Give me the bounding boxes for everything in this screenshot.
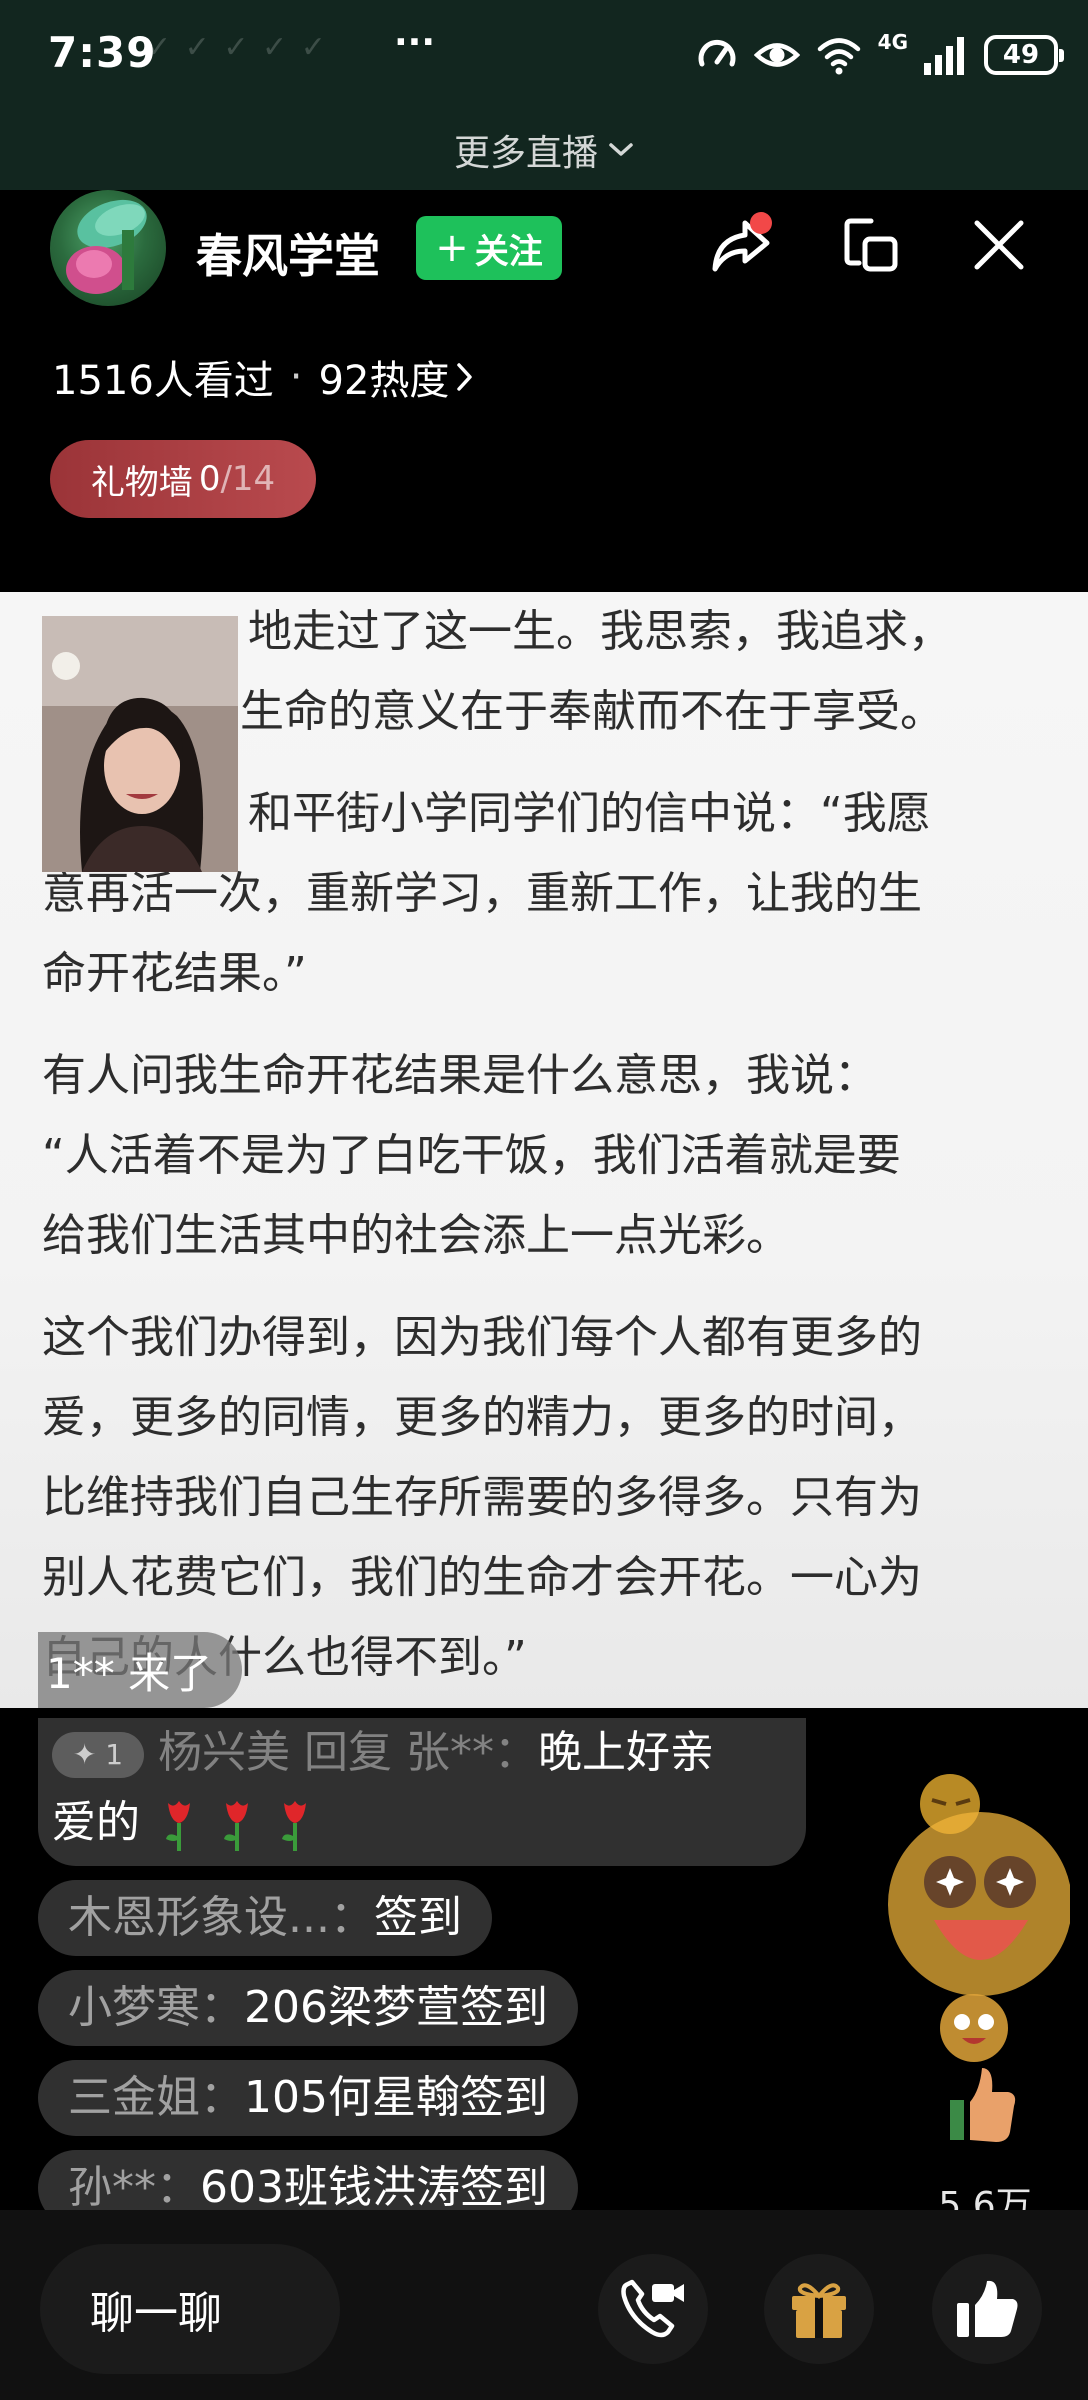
doc-line: 给我们生活其中的社会添上一点光彩。 — [42, 1210, 790, 1261]
gift-wall-total: /14 — [220, 459, 276, 499]
battery-level: 49 — [1002, 40, 1040, 70]
gift-wall-button[interactable]: 礼物墙 0 /14 — [50, 440, 316, 518]
follow-button[interactable]: + 关注 — [416, 216, 562, 280]
comment-text: 105何星翰签到 — [244, 2072, 548, 2123]
follow-label: 关注 — [474, 231, 543, 272]
comment-item[interactable]: 木恩形象设...：签到 — [38, 1880, 492, 1956]
plus-icon: + — [435, 225, 469, 271]
chat-input-label: 聊一聊 — [90, 2288, 222, 2339]
rose-icon — [224, 1801, 248, 1851]
doc-line: “人活着不是为了白吃干饭，我们活着就是要 — [42, 1130, 901, 1181]
live-video[interactable]: 地走过了这一生。我思索，我追求， 生命的意义在于奉献而不在于享受。 和平街小学同… — [0, 592, 1088, 1708]
star-eyes-emoji-icon — [888, 1812, 1072, 1996]
live-stats[interactable]: 1516人看过 · 92热度 — [52, 348, 475, 406]
comment-list[interactable]: ✦ 1 杨兴美 回复 张**：晚上好亲 爱的 木恩形象设...：签到 小梦寒：2… — [38, 1718, 838, 2240]
channel-name[interactable]: 春风学堂 — [196, 220, 380, 286]
signal-icon — [924, 37, 964, 75]
level-number: 1 — [105, 1738, 124, 1771]
comment-text: 签到 — [373, 1892, 462, 1943]
comment-author: 孙**： — [68, 2162, 200, 2213]
like-animation — [880, 1770, 1072, 2170]
gift-button[interactable] — [764, 2254, 874, 2364]
floating-window-icon — [844, 218, 898, 272]
rose-icon — [282, 1801, 306, 1851]
comment-item[interactable]: 小梦寒：206梁梦萱签到 — [38, 1970, 578, 2046]
comment-text: 206梁梦萱签到 — [244, 1982, 548, 2033]
call-button[interactable] — [598, 2254, 708, 2364]
eye-icon — [753, 43, 800, 67]
gift-icon — [792, 2283, 846, 2338]
chevron-right-icon — [457, 363, 473, 391]
emoji-icon — [940, 1994, 1008, 2062]
doc-line: 比维持我们自己生存所需要的多得多。只有为 — [42, 1472, 922, 1523]
system-icons: 4G 49 — [696, 30, 1064, 80]
floating-window-button[interactable] — [836, 210, 906, 280]
more-live-button[interactable]: 更多直播 — [0, 110, 1088, 190]
comment-author: 杨兴美 回复 张**： — [158, 1727, 538, 1778]
comment-text: 晚上好亲 — [537, 1727, 714, 1778]
doc-line: 爱，更多的同情，更多的精力，更多的时间， — [42, 1392, 922, 1443]
gift-wall-label: 礼物墙 — [90, 462, 193, 503]
level-badge: ✦ 1 — [52, 1732, 144, 1778]
stats-separator: · — [289, 354, 303, 400]
doc-line: 有人问我生命开花结果是什么意思，我说： — [42, 1050, 878, 1101]
doc-line: 这个我们办得到，因为我们每个人都有更多的 — [42, 1312, 922, 1363]
more-notifications-icon: ··· — [394, 22, 436, 63]
doc-line: 命开花结果。” — [42, 948, 307, 999]
doc-line: 别人花费它们，我们的生命才会开花。一心为 — [42, 1552, 922, 1603]
battery-icon: 49 — [984, 35, 1064, 75]
share-button[interactable] — [706, 210, 776, 280]
comment-row: 木恩形象设...：签到 — [38, 1880, 838, 1970]
like-button[interactable] — [932, 2254, 1042, 2364]
user-joined-notice: 1** 来了 — [38, 1632, 243, 1708]
comment-author: 木恩形象设...： — [68, 1892, 374, 1943]
comment-row: 三金姐：105何星翰签到 — [38, 2060, 838, 2150]
channel-avatar[interactable] — [50, 190, 166, 306]
viewer-count: 1516人看过 — [52, 358, 274, 404]
heat-count: 92热度 — [318, 358, 450, 404]
thumbs-up-icon — [957, 2280, 1018, 2337]
speed-icon — [698, 40, 736, 67]
comment-author: 小梦寒： — [68, 1982, 244, 2033]
status-bar: 7:39 ✓ ✓ ✓ ✓ ✓ ··· 4G 49 — [0, 0, 1088, 110]
rose-icon — [166, 1801, 190, 1851]
status-time: 7:39 — [48, 28, 157, 77]
video-call-icon — [621, 2279, 684, 2338]
wifi-icon — [817, 38, 860, 75]
close-icon — [974, 220, 1024, 270]
comment-text: 603班钱洪涛签到 — [200, 2162, 548, 2213]
chevron-down-icon — [609, 143, 633, 156]
comment-text-continued: 爱的 — [52, 1797, 140, 1848]
more-live-label: 更多直播 — [453, 133, 598, 174]
network-type: 4G — [877, 30, 908, 54]
gift-wall-count: 0 — [198, 459, 221, 499]
comment-item[interactable]: ✦ 1 杨兴美 回复 张**：晚上好亲 爱的 — [38, 1718, 806, 1866]
comment-item[interactable]: 三金姐：105何星翰签到 — [38, 2060, 578, 2136]
presenter-camera[interactable] — [42, 616, 238, 872]
notification-dot — [750, 212, 772, 234]
comment-author: 三金姐： — [68, 2072, 244, 2123]
close-button[interactable] — [964, 210, 1034, 280]
comment-row: 小梦寒：206梁梦萱签到 — [38, 1970, 838, 2060]
notification-icons: ✓ ✓ ✓ ✓ ✓ — [146, 30, 328, 65]
chat-input-button[interactable]: 聊一聊 — [40, 2244, 340, 2374]
